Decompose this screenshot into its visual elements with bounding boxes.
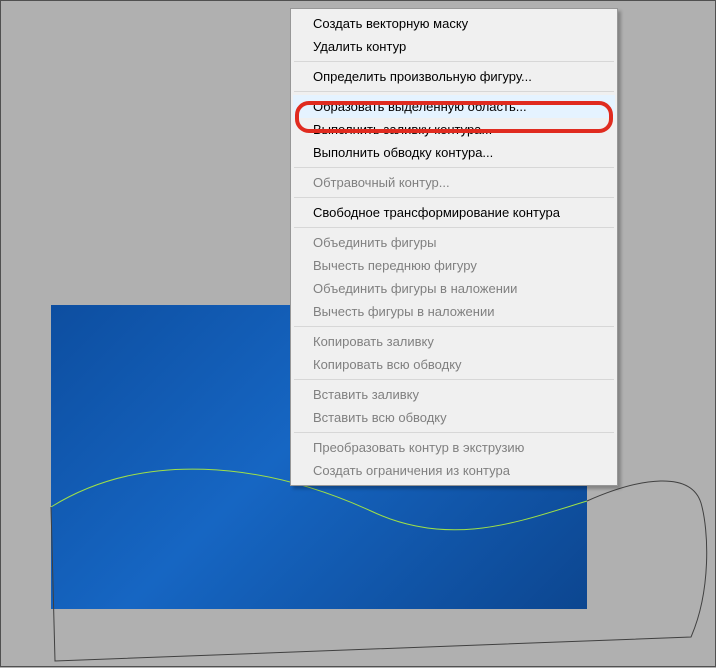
menu-item[interactable]: Образовать выделенную область... [293, 95, 615, 118]
menu-item: Вставить всю обводку [293, 406, 615, 429]
menu-separator [294, 167, 614, 168]
menu-item: Обтравочный контур... [293, 171, 615, 194]
menu-separator [294, 326, 614, 327]
menu-item[interactable]: Определить произвольную фигуру... [293, 65, 615, 88]
menu-separator [294, 91, 614, 92]
canvas-workspace[interactable]: Создать векторную маскуУдалить контур Опр… [0, 0, 716, 667]
path-context-menu[interactable]: Создать векторную маскуУдалить контур Опр… [290, 8, 618, 486]
menu-item: Копировать заливку [293, 330, 615, 353]
menu-item: Преобразовать контур в экструзию [293, 436, 615, 459]
menu-separator [294, 432, 614, 433]
menu-item: Вычесть переднюю фигуру [293, 254, 615, 277]
menu-item[interactable]: Выполнить заливку контура... [293, 118, 615, 141]
menu-item[interactable]: Создать векторную маску [293, 12, 615, 35]
menu-separator [294, 197, 614, 198]
menu-item: Объединить фигуры в наложении [293, 277, 615, 300]
menu-item: Копировать всю обводку [293, 353, 615, 376]
menu-item: Создать ограничения из контура [293, 459, 615, 482]
menu-item[interactable]: Свободное трансформирование контура [293, 201, 615, 224]
menu-item: Объединить фигуры [293, 231, 615, 254]
menu-separator [294, 379, 614, 380]
menu-item: Вставить заливку [293, 383, 615, 406]
menu-item[interactable]: Удалить контур [293, 35, 615, 58]
menu-item: Вычесть фигуры в наложении [293, 300, 615, 323]
menu-separator [294, 227, 614, 228]
menu-separator [294, 61, 614, 62]
menu-item[interactable]: Выполнить обводку контура... [293, 141, 615, 164]
